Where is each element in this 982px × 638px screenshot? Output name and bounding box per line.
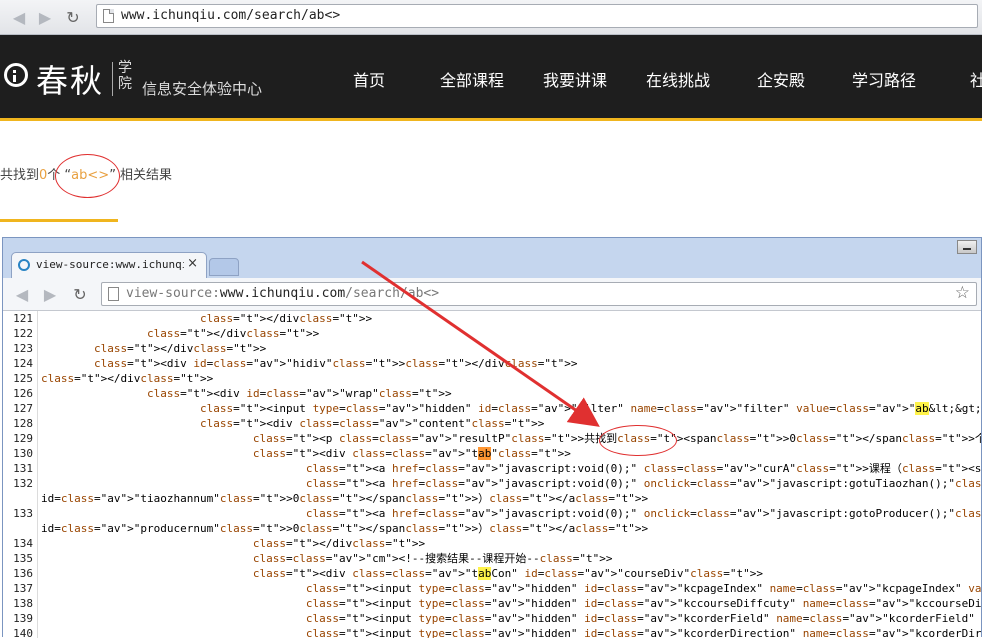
source-text: id=class="av">"tiaozhannum"class="t">>0c… bbox=[41, 492, 649, 505]
nav-enterprise[interactable]: 企安殿 bbox=[757, 67, 805, 91]
minimize-icon[interactable] bbox=[957, 240, 977, 254]
line-number: 134 bbox=[13, 537, 33, 550]
back-arrow-icon[interactable]: ◀ bbox=[8, 6, 30, 28]
source-text: class="t"><input type=class="av">"hidden… bbox=[305, 597, 981, 610]
source-text: class="t"><div class=class="av">"tabCon"… bbox=[252, 567, 763, 580]
line-number: 140 bbox=[13, 627, 33, 638]
line-number: 121 bbox=[13, 312, 33, 325]
annotation-circle-page bbox=[55, 154, 120, 198]
url-scheme: view-source: bbox=[126, 286, 220, 301]
address-bar[interactable]: www.ichunqiu.com/search/ab<> bbox=[96, 4, 978, 28]
reload-icon[interactable]: ↻ bbox=[62, 6, 84, 28]
source-text: class="t"><input type=class="av">"hidden… bbox=[199, 402, 981, 415]
line-number: 127 bbox=[13, 402, 33, 415]
source-text: class="t"><input type=class="av">"hidden… bbox=[305, 582, 981, 595]
nav-home[interactable]: 首页 bbox=[353, 67, 385, 91]
source-text: class="t"><a href=class="av">"javascript… bbox=[305, 462, 981, 475]
inner-address-bar[interactable]: view-source:www.ichunqiu.com/search/ab<>… bbox=[101, 282, 977, 306]
new-tab-button[interactable] bbox=[209, 258, 239, 276]
source-text: class="t"><a href=class="av">"javascript… bbox=[305, 507, 981, 520]
line-number: 133 bbox=[13, 507, 33, 520]
inner-forward-arrow-icon[interactable]: ▶ bbox=[39, 283, 61, 305]
source-text: class="t"></divclass="t">> bbox=[252, 537, 426, 550]
line-number: 135 bbox=[13, 552, 33, 565]
line-number: 137 bbox=[13, 582, 33, 595]
url-host: www.ichunqiu.com bbox=[219, 286, 346, 301]
source-text: class="t"></divclass="t">> bbox=[93, 342, 267, 355]
source-text: class="t"></divclass="t">> bbox=[146, 327, 320, 340]
line-number: 129 bbox=[13, 432, 33, 445]
address-url[interactable]: www.ichunqiu.com/search/ab<> bbox=[121, 8, 340, 23]
inner-back-arrow-icon[interactable]: ◀ bbox=[11, 283, 33, 305]
ichunqiu-logo-icon[interactable] bbox=[4, 63, 28, 87]
source-text: class="t"><input type=class="av">"hidden… bbox=[305, 612, 981, 625]
line-number: 126 bbox=[13, 387, 33, 400]
logo-divider bbox=[112, 62, 113, 96]
line-number: 138 bbox=[13, 597, 33, 610]
line-number: 139 bbox=[13, 612, 33, 625]
result-tab-underline bbox=[0, 219, 118, 222]
view-source-tab[interactable]: view-source:www.ichunqiu.com/search/ab<>… bbox=[11, 252, 207, 278]
line-number: 132 bbox=[13, 477, 33, 490]
tab-title: view-source:www.ichunqiu.com/search/ab<> bbox=[36, 258, 184, 271]
source-text: class="t"></divclass="t">> bbox=[41, 372, 214, 385]
nav-teach[interactable]: 我要讲课 bbox=[543, 67, 607, 91]
view-source-window: view-source:www.ichunqiu.com/search/ab<>… bbox=[2, 237, 982, 638]
inner-toolbar: ◀ ▶ ↻ view-source:www.ichunqiu.com/searc… bbox=[3, 278, 981, 311]
source-text: class=class="av">"cm"><!--搜索结果--课程开始--cl… bbox=[252, 552, 613, 565]
logo-tagline: 信息安全体验中心 bbox=[142, 80, 263, 98]
line-number: 136 bbox=[13, 567, 33, 580]
result-prefix: 共找到 bbox=[0, 168, 40, 183]
line-number: 130 bbox=[13, 447, 33, 460]
nav-community[interactable]: 社 bbox=[970, 67, 982, 91]
forward-arrow-icon[interactable]: ▶ bbox=[34, 6, 56, 28]
line-number: 122 bbox=[13, 327, 33, 340]
nav-learning-path[interactable]: 学习路径 bbox=[852, 67, 916, 91]
source-text: id=class="av">"producernum"class="t">>0c… bbox=[41, 522, 649, 535]
line-number: 124 bbox=[13, 357, 33, 370]
line-number: 131 bbox=[13, 462, 33, 475]
nav-challenge[interactable]: 在线挑战 bbox=[646, 67, 710, 91]
source-text: class="t"><p class=class="av">"resultP"c… bbox=[252, 432, 981, 445]
inner-reload-icon[interactable]: ↻ bbox=[69, 283, 91, 305]
logo-side-text: 学院 bbox=[118, 60, 132, 92]
source-text: class="t"><div class=class="av">"content… bbox=[199, 417, 545, 430]
line-number: 125 bbox=[13, 372, 33, 385]
bookmark-star-icon[interactable]: ☆ bbox=[955, 283, 970, 303]
browser-toolbar: ◀ ▶ ↻ www.ichunqiu.com/search/ab<> bbox=[0, 0, 982, 35]
close-tab-icon[interactable]: × bbox=[187, 256, 198, 271]
source-text: class="t"></divclass="t">> bbox=[199, 312, 373, 325]
source-text: class="t"><a href=class="av">"javascript… bbox=[305, 477, 981, 490]
url-path: /search/ab<> bbox=[345, 286, 440, 301]
nav-all-courses[interactable]: 全部课程 bbox=[440, 67, 504, 91]
logo-text[interactable]: 春秋 bbox=[36, 56, 104, 102]
source-text: class="t"><div id=class="av">"hidiv"clas… bbox=[93, 357, 578, 370]
source-text: class="t"><input type=class="av">"hidden… bbox=[305, 627, 981, 638]
source-code-view: 121 class="t"></divclass="t">> 122 class=… bbox=[3, 311, 981, 638]
inner-page-icon bbox=[108, 287, 119, 301]
header-accent-line bbox=[0, 118, 982, 121]
favicon-icon bbox=[18, 259, 30, 271]
inner-address-url[interactable]: view-source:www.ichunqiu.com/search/ab<> bbox=[126, 286, 439, 301]
source-text: class="t"><div id=class="av">"wrap"class… bbox=[146, 387, 452, 400]
source-text: class="t"><div class=class="av">"tab"cla… bbox=[252, 447, 571, 460]
line-number: 123 bbox=[13, 342, 33, 355]
page-icon bbox=[103, 9, 114, 23]
annotation-circle-source bbox=[599, 425, 677, 456]
line-number: 128 bbox=[13, 417, 33, 430]
